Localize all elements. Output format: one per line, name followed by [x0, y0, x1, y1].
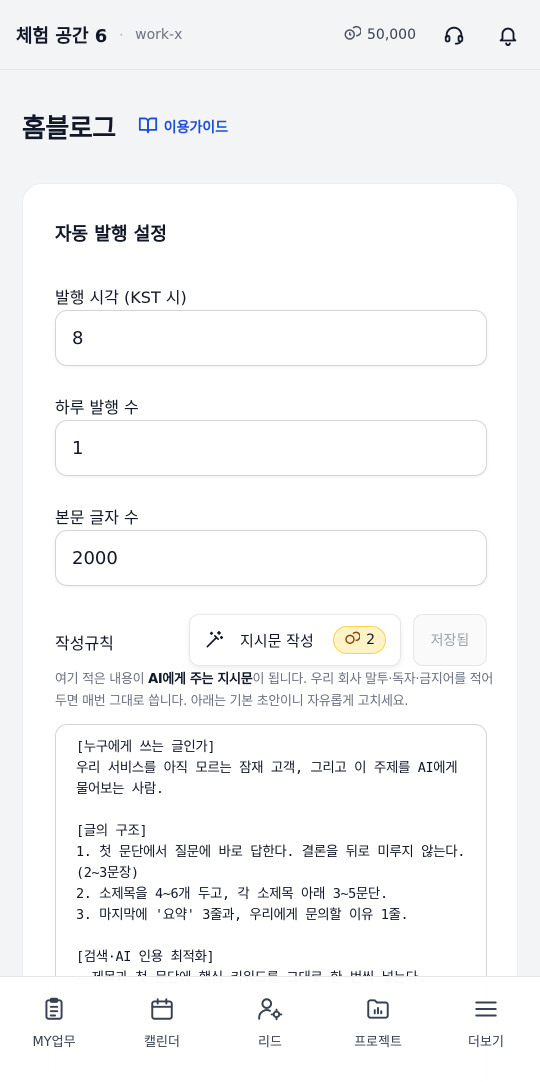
- workspace-name[interactable]: 체험 공간 6: [16, 22, 107, 48]
- nav-item-calendar[interactable]: 캘린더: [108, 977, 216, 1082]
- page-title: 홈블로그: [22, 114, 116, 144]
- guide-link-label: 이용가이드: [163, 119, 229, 136]
- rules-label: 작성규칙: [55, 634, 114, 653]
- daily-count-input[interactable]: 1: [55, 420, 487, 476]
- user-gear-icon: [256, 995, 284, 1023]
- credit-amount: 50,000: [367, 26, 416, 43]
- workspace-separator: ·: [119, 27, 124, 42]
- coins-icon: [343, 24, 362, 46]
- nav-item-my-tasks[interactable]: MY업무: [0, 977, 108, 1082]
- folder-chart-icon: [364, 995, 392, 1023]
- top-bar: 체험 공간 6 · work-x 50,000: [0, 0, 540, 70]
- credit-balance[interactable]: 50,000: [343, 24, 416, 46]
- menu-icon: [472, 995, 500, 1023]
- magic-wand-icon: [204, 630, 224, 650]
- publish-time-input[interactable]: 8: [55, 310, 487, 366]
- bottom-nav: MY업무 캘린더 리드 프로젝트 더보기: [0, 976, 540, 1082]
- coins-icon: [344, 630, 361, 650]
- calendar-icon: [148, 995, 176, 1023]
- nav-label: MY업무: [32, 1035, 76, 1050]
- nav-item-leads[interactable]: 리드: [216, 977, 324, 1082]
- credit-cost-badge: 2: [333, 626, 386, 654]
- book-icon: [138, 116, 158, 138]
- headset-icon[interactable]: [442, 23, 466, 47]
- nav-item-more[interactable]: 더보기: [432, 977, 540, 1082]
- auto-publish-card: 자동 발행 설정 발행 시각 (KST 시) 8 하루 발행 수 1 본문 글자…: [22, 183, 518, 1082]
- char-count-label: 본문 글자 수: [55, 508, 139, 527]
- guide-link[interactable]: 이용가이드: [138, 116, 228, 138]
- help-text-emphasis: AI에게 주는 지시문: [148, 672, 253, 687]
- card-title: 자동 발행 설정: [55, 224, 167, 245]
- nav-item-projects[interactable]: 프로젝트: [324, 977, 432, 1082]
- clipboard-icon: [40, 995, 68, 1023]
- bell-icon[interactable]: [496, 23, 520, 47]
- help-text-prefix: 여기 적은 내용이: [55, 672, 149, 687]
- publish-time-label: 발행 시각 (KST 시): [55, 288, 187, 307]
- write-instruction-label: 지시문 작성: [240, 631, 314, 650]
- nav-label: 더보기: [468, 1035, 504, 1050]
- nav-label: 리드: [258, 1035, 282, 1050]
- rules-help-text: 여기 적은 내용이 AI에게 주는 지시문이 됩니다. 우리 회사 말투·독자·…: [55, 669, 495, 713]
- credit-cost-value: 2: [366, 632, 375, 648]
- write-instruction-button[interactable]: 지시문 작성 2: [189, 614, 401, 666]
- workspace-slug: work-x: [135, 26, 183, 43]
- nav-label: 프로젝트: [354, 1035, 402, 1050]
- saved-button[interactable]: 저장됨: [413, 614, 487, 666]
- char-count-input[interactable]: 2000: [55, 530, 487, 586]
- daily-count-label: 하루 발행 수: [55, 398, 139, 417]
- nav-label: 캘린더: [144, 1035, 180, 1050]
- page-header: 홈블로그 이용가이드: [22, 108, 228, 145]
